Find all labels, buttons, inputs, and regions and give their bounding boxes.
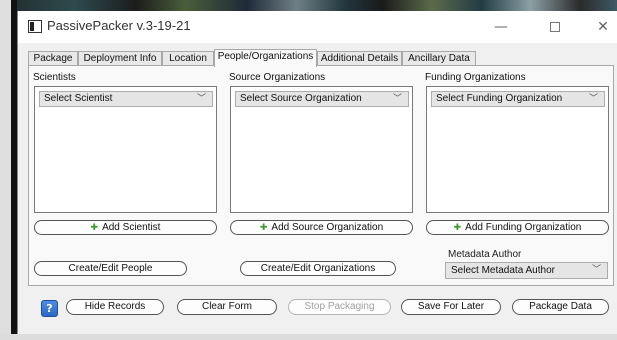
chevron-down-icon: ﹀ — [591, 265, 601, 275]
tab-location[interactable]: Location — [162, 51, 214, 66]
desktop-background-bottom — [0, 334, 617, 340]
source-organization-select-value: Select Source Organization — [240, 93, 362, 104]
tab-panel: Scientists Select Scientist ﹀ ✚ Add Scien… — [28, 65, 614, 286]
source-organizations-label: Source Organizations — [229, 72, 326, 83]
scientist-select[interactable]: Select Scientist ﹀ — [39, 91, 213, 107]
package-data-button[interactable]: Package Data — [512, 299, 609, 315]
minimize-button[interactable]: — — [478, 11, 524, 43]
add-funding-organization-button[interactable]: ✚ Add Funding Organization — [426, 220, 609, 235]
tab-additional-details[interactable]: Additional Details — [317, 51, 402, 66]
metadata-author-label: Metadata Author — [448, 249, 522, 260]
close-button[interactable]: ✕ — [580, 11, 617, 43]
source-organization-select[interactable]: Select Source Organization ﹀ — [235, 91, 409, 107]
tab-bar: Package Deployment Info Location People/… — [18, 49, 617, 67]
add-funding-organization-label: Add Funding Organization — [465, 222, 582, 233]
tab-deployment-info[interactable]: Deployment Info — [78, 51, 162, 66]
add-scientist-button[interactable]: ✚ Add Scientist — [34, 220, 217, 235]
app-window: PassivePacker v.3-19-21 — ✕ Package Depl… — [17, 11, 617, 334]
metadata-author-select-value: Select Metadata Author — [451, 265, 555, 276]
close-icon: ✕ — [597, 19, 609, 35]
title-bar[interactable]: PassivePacker v.3-19-21 — ✕ — [18, 11, 617, 43]
chevron-down-icon: ﹀ — [196, 94, 206, 104]
plus-icon: ✚ — [90, 222, 99, 232]
chevron-down-icon: ﹀ — [392, 94, 402, 104]
maximize-icon — [550, 22, 560, 32]
chevron-down-icon: ﹀ — [588, 94, 598, 104]
add-source-organization-label: Add Source Organization — [271, 222, 384, 233]
clear-form-button[interactable]: Clear Form — [177, 299, 277, 315]
scientists-label: Scientists — [33, 72, 76, 83]
tab-ancillary-data[interactable]: Ancillary Data — [402, 51, 476, 66]
stop-packaging-button[interactable]: Stop Packaging — [288, 299, 391, 315]
tab-people-organizations[interactable]: People/Organizations — [214, 49, 317, 67]
maximize-button[interactable] — [532, 11, 578, 43]
plus-icon: ✚ — [453, 222, 462, 232]
funding-organizations-list[interactable]: Select Funding Organization ﹀ — [426, 86, 609, 213]
source-organizations-list[interactable]: Select Source Organization ﹀ — [230, 86, 413, 213]
create-edit-people-button[interactable]: Create/Edit People — [34, 261, 187, 276]
funding-organization-select-value: Select Funding Organization — [436, 93, 563, 104]
funding-organizations-label: Funding Organizations — [425, 72, 526, 83]
create-edit-organizations-button[interactable]: Create/Edit Organizations — [240, 261, 396, 276]
add-scientist-label: Add Scientist — [102, 222, 161, 233]
scientist-select-value: Select Scientist — [44, 93, 113, 104]
add-source-organization-button[interactable]: ✚ Add Source Organization — [230, 220, 413, 235]
metadata-author-select[interactable]: Select Metadata Author ﹀ — [445, 262, 608, 279]
window-title: PassivePacker v.3-19-21 — [47, 18, 191, 33]
help-button[interactable]: ? — [41, 300, 58, 317]
plus-icon: ✚ — [259, 222, 268, 232]
scientists-list[interactable]: Select Scientist ﹀ — [34, 86, 217, 213]
funding-organization-select[interactable]: Select Funding Organization ﹀ — [431, 91, 605, 107]
tab-package[interactable]: Package — [28, 51, 78, 66]
hide-records-button[interactable]: Hide Records — [66, 299, 164, 315]
app-icon — [28, 20, 42, 33]
minimize-icon: — — [494, 19, 508, 35]
save-for-later-button[interactable]: Save For Later — [401, 299, 501, 315]
